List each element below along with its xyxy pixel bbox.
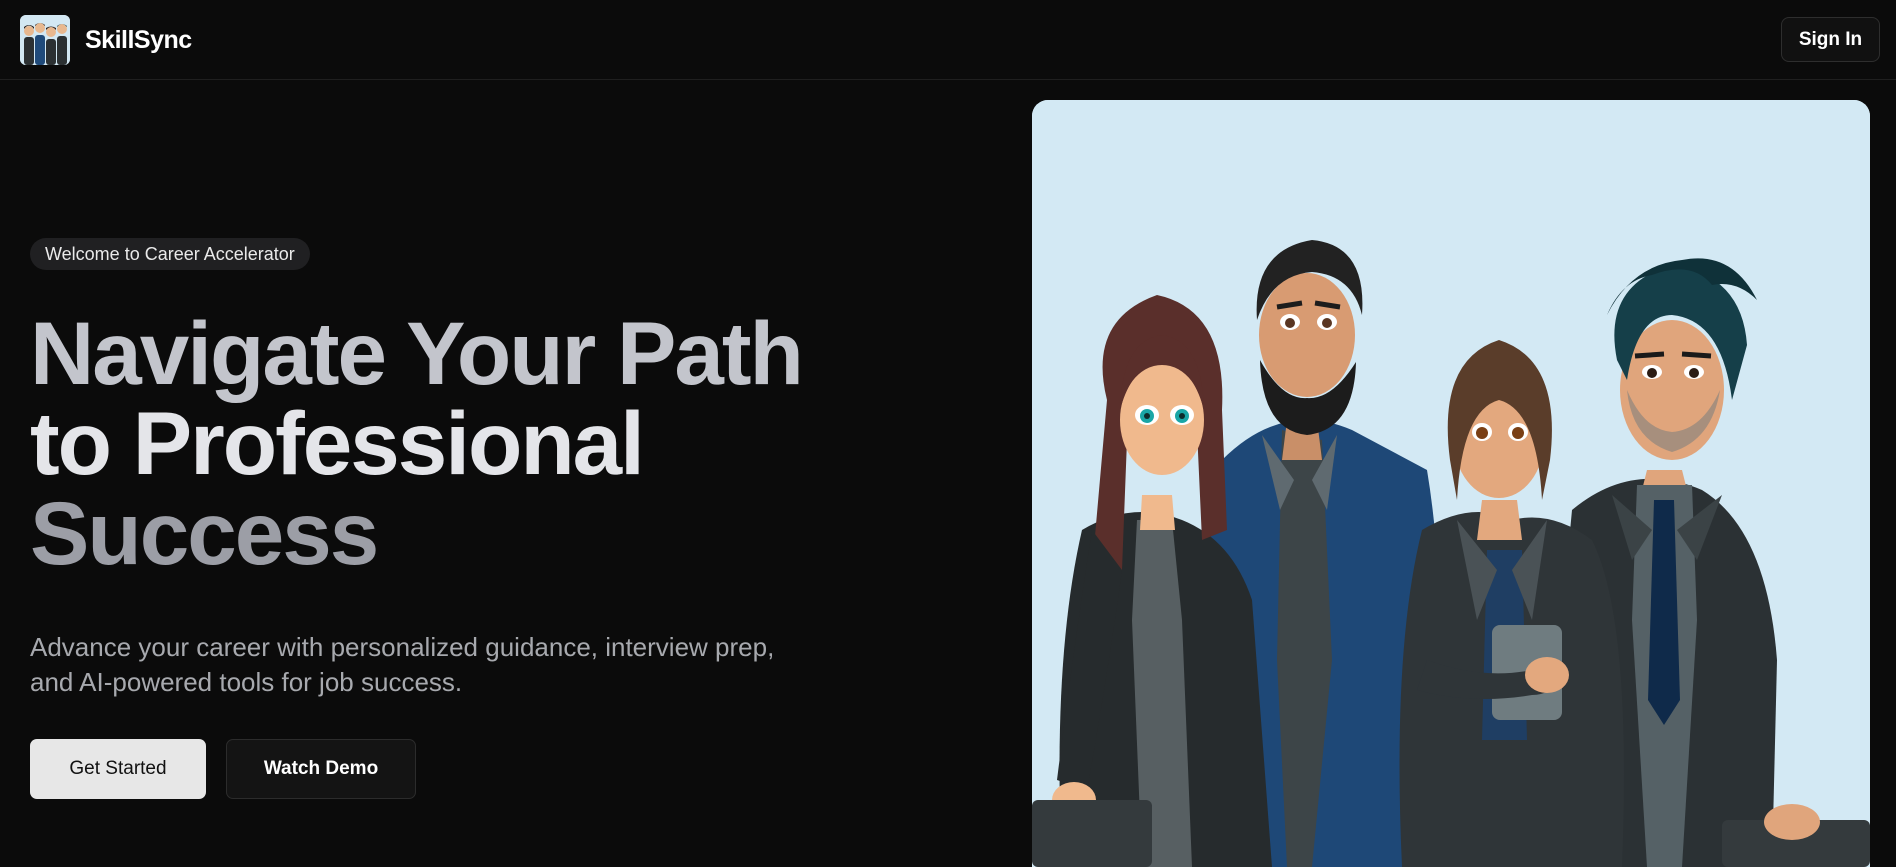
hero-headline: Navigate Your Path to Professional Succe… <box>30 308 970 578</box>
brand-name: SkillSync <box>85 25 192 54</box>
business-team-icon <box>1032 100 1870 867</box>
hero-copy: Welcome to Career Accelerator Navigate Y… <box>30 238 970 700</box>
cta-buttons: Get Started Watch Demo <box>30 739 416 799</box>
headline-line-2: to Professional <box>30 393 645 493</box>
sign-in-button[interactable]: Sign In <box>1781 17 1880 62</box>
brand-logo-icon <box>20 15 70 65</box>
headline-line-1: Navigate Your Path <box>30 303 804 403</box>
welcome-badge: Welcome to Career Accelerator <box>30 238 310 270</box>
team-illustration <box>1032 100 1870 867</box>
brand-home-link[interactable]: SkillSync <box>20 15 192 65</box>
hero-subtitle: Advance your career with personalized gu… <box>30 632 775 697</box>
top-navigation-bar: SkillSync Sign In <box>0 0 1896 80</box>
headline-line-3: Success <box>30 483 379 583</box>
watch-demo-button[interactable]: Watch Demo <box>226 739 416 799</box>
get-started-button[interactable]: Get Started <box>30 739 206 799</box>
